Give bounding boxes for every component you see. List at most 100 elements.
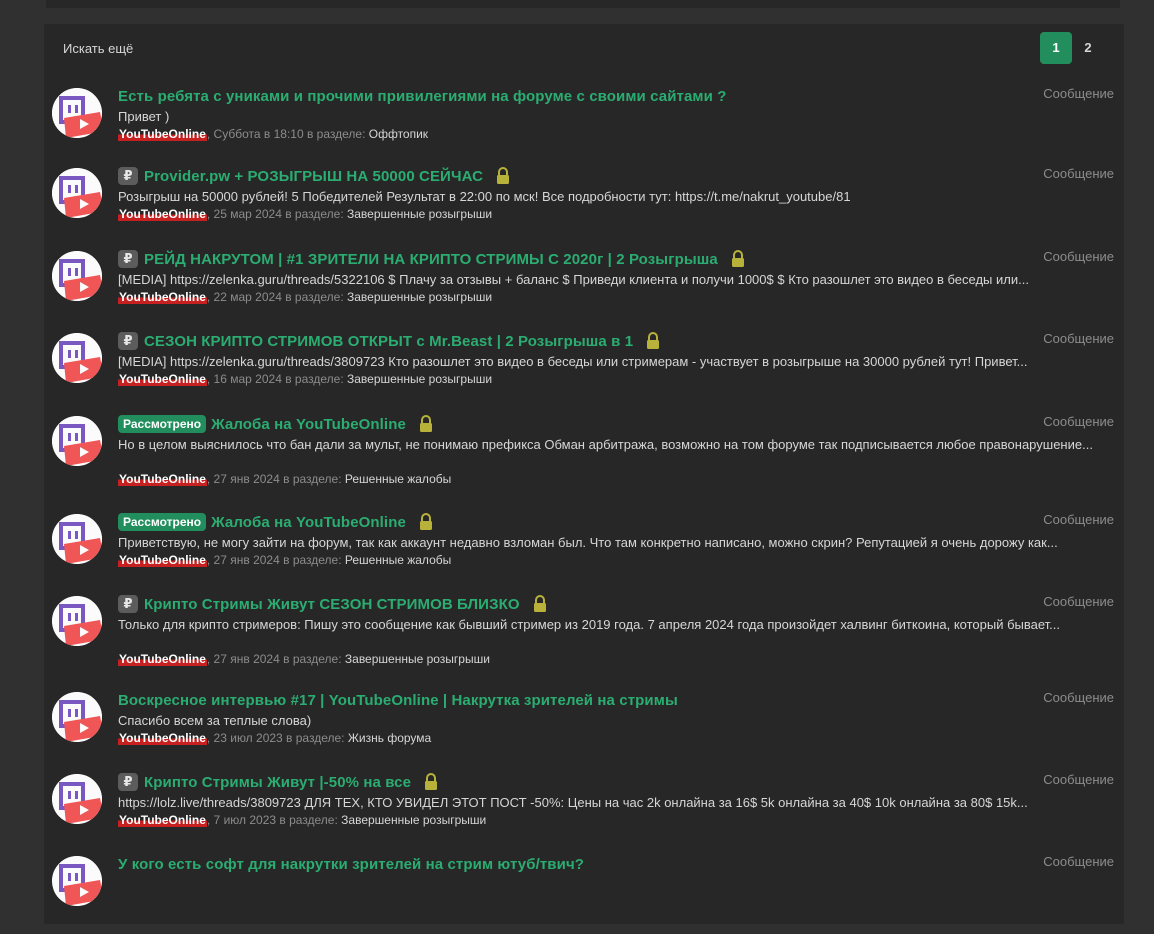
result-item: ₽ СЕЗОН КРИПТО СТРИМОВ ОТКРЫТ с Mr.Beast … bbox=[44, 331, 1124, 411]
result-title-line: ₽ СЕЗОН КРИПТО СТРИМОВ ОТКРЫТ с Mr.Beast … bbox=[118, 331, 1018, 351]
result-item: ₽ Крипто Стримы Живут |-50% на все Сообщен… bbox=[44, 772, 1124, 852]
user-avatar[interactable] bbox=[52, 856, 102, 906]
result-title-link[interactable]: РЕЙД НАКРУТОМ | #1 ЗРИТЕЛИ НА КРИПТО СТР… bbox=[144, 251, 718, 268]
lock-icon bbox=[730, 250, 746, 268]
result-meta: YouTubeOnline, 7 июл 2023 в разделе: Зав… bbox=[118, 813, 486, 827]
content-type-label: Сообщение bbox=[1043, 331, 1114, 346]
forum-section-link[interactable]: Жизнь форума bbox=[348, 731, 431, 745]
lock-icon bbox=[423, 773, 439, 791]
result-item: Есть ребята с униками и прочими привилег… bbox=[44, 86, 1124, 166]
post-date-text: , 7 июл 2023 в разделе: bbox=[206, 813, 342, 827]
user-avatar[interactable] bbox=[52, 774, 102, 824]
result-snippet: [MEDIA] https://zelenka.guru/threads/380… bbox=[118, 354, 1028, 369]
result-title-line: Воскресное интервью #17 | YouTubeOnline … bbox=[118, 690, 1018, 710]
lock-icon bbox=[418, 513, 434, 531]
post-date-text: , 27 янв 2024 в разделе: bbox=[206, 652, 345, 666]
lock-icon bbox=[418, 415, 434, 433]
forum-section-link[interactable]: Завершенные розыгрыши bbox=[347, 290, 492, 304]
author-username-link[interactable]: YouTubeOnline bbox=[118, 207, 207, 221]
forum-section-link[interactable]: Завершенные розыгрыши bbox=[347, 372, 492, 386]
result-title-link[interactable]: Крипто Стримы Живут СЕЗОН СТРИМОВ БЛИЗКО bbox=[144, 596, 520, 613]
user-avatar[interactable] bbox=[52, 416, 102, 466]
lock-icon bbox=[532, 595, 548, 613]
user-avatar[interactable] bbox=[52, 168, 102, 218]
result-title-line: ₽ Provider.pw + РОЗЫГРЫШ НА 50000 СЕЙЧАС bbox=[118, 166, 1018, 186]
result-title-line: Рассмотрено Жалоба на YouTubeOnline bbox=[118, 512, 1018, 532]
result-meta: YouTubeOnline, 27 янв 2024 в разделе: Ре… bbox=[118, 553, 451, 567]
result-snippet: https://lolz.live/threads/3809723 ДЛЯ ТЕ… bbox=[118, 795, 1028, 810]
search-results-panel: Искать ещё 1 2 Есть ребята с униками и п… bbox=[44, 24, 1124, 924]
forum-section-link[interactable]: Решенные жалобы bbox=[345, 472, 451, 486]
post-date-text: , 22 мар 2024 в разделе: bbox=[206, 290, 347, 304]
user-avatar[interactable] bbox=[52, 514, 102, 564]
result-snippet: Приветствую, не могу зайти на форум, так… bbox=[118, 535, 1058, 550]
result-snippet: Привет ) bbox=[118, 109, 170, 124]
result-title-link[interactable]: Жалоба на YouTubeOnline bbox=[211, 514, 406, 531]
result-item: Рассмотрено Жалоба на YouTubeOnline Сообще… bbox=[44, 414, 1124, 494]
result-title-line: ₽ Крипто Стримы Живут СЕЗОН СТРИМОВ БЛИЗК… bbox=[118, 594, 1018, 614]
ruble-prefix-icon: ₽ bbox=[118, 332, 138, 350]
lock-icon bbox=[495, 167, 511, 185]
content-type-label: Сообщение bbox=[1043, 86, 1114, 101]
result-title-link[interactable]: Воскресное интервью #17 | YouTubeOnline … bbox=[118, 692, 678, 709]
result-snippet: Но в целом выяснилось что бан дали за му… bbox=[118, 437, 1093, 452]
results-header: Искать ещё 1 2 bbox=[44, 24, 1124, 72]
result-meta: YouTubeOnline, 25 мар 2024 в разделе: За… bbox=[118, 207, 492, 221]
author-username-link[interactable]: YouTubeOnline bbox=[118, 652, 207, 666]
user-avatar[interactable] bbox=[52, 596, 102, 646]
content-type-label: Сообщение bbox=[1043, 690, 1114, 705]
result-snippet: Только для крипто стримеров: Пишу это со… bbox=[118, 617, 1061, 632]
author-username-link[interactable]: YouTubeOnline bbox=[118, 127, 207, 141]
result-title-line: Есть ребята с униками и прочими привилег… bbox=[118, 86, 1018, 106]
result-title-link[interactable]: Крипто Стримы Живут |-50% на все bbox=[144, 774, 411, 791]
result-meta: YouTubeOnline, 16 мар 2024 в разделе: За… bbox=[118, 372, 492, 386]
result-title-link[interactable]: Provider.pw + РОЗЫГРЫШ НА 50000 СЕЙЧАС bbox=[144, 168, 483, 185]
result-title-line: Рассмотрено Жалоба на YouTubeOnline bbox=[118, 414, 1018, 434]
ruble-prefix-icon: ₽ bbox=[118, 167, 138, 185]
forum-section-link[interactable]: Завершенные розыгрыши bbox=[347, 207, 492, 221]
user-avatar[interactable] bbox=[52, 333, 102, 383]
result-snippet: Розыгрыш на 50000 рублей! 5 Победителей … bbox=[118, 189, 851, 204]
content-type-label: Сообщение bbox=[1043, 512, 1114, 527]
result-title-line: ₽ Крипто Стримы Живут |-50% на все bbox=[118, 772, 1018, 792]
content-type-label: Сообщение bbox=[1043, 249, 1114, 264]
result-title-link[interactable]: У кого есть софт для накрутки зрителей н… bbox=[118, 856, 584, 873]
search-more-link[interactable]: Искать ещё bbox=[63, 41, 133, 56]
author-username-link[interactable]: YouTubeOnline bbox=[118, 472, 207, 486]
forum-section-link[interactable]: Оффтопик bbox=[369, 127, 428, 141]
result-meta: YouTubeOnline, 22 мар 2024 в разделе: За… bbox=[118, 290, 492, 304]
result-title-line: ₽ РЕЙД НАКРУТОМ | #1 ЗРИТЕЛИ НА КРИПТО СТ… bbox=[118, 249, 1018, 269]
result-meta: YouTubeOnline, 23 июл 2023 в разделе: Жи… bbox=[118, 731, 431, 745]
page-1-button[interactable]: 1 bbox=[1040, 32, 1072, 64]
result-title-link[interactable]: Есть ребята с униками и прочими привилег… bbox=[118, 88, 726, 105]
forum-section-link[interactable]: Завершенные розыгрыши bbox=[341, 813, 486, 827]
result-item: Рассмотрено Жалоба на YouTubeOnline Сообще… bbox=[44, 512, 1124, 592]
author-username-link[interactable]: YouTubeOnline bbox=[118, 553, 207, 567]
result-meta: YouTubeOnline, 27 янв 2024 в разделе: Ре… bbox=[118, 472, 451, 486]
user-avatar[interactable] bbox=[52, 692, 102, 742]
post-date-text: , 25 мар 2024 в разделе: bbox=[206, 207, 347, 221]
user-avatar[interactable] bbox=[52, 251, 102, 301]
author-username-link[interactable]: YouTubeOnline bbox=[118, 813, 207, 827]
pagination: 1 2 bbox=[1040, 32, 1104, 64]
content-type-label: Сообщение bbox=[1043, 772, 1114, 787]
result-item: У кого есть софт для накрутки зрителей н… bbox=[44, 854, 1124, 934]
content-type-label: Сообщение bbox=[1043, 594, 1114, 609]
content-type-label: Сообщение bbox=[1043, 414, 1114, 429]
post-date-text: , 27 янв 2024 в разделе: bbox=[206, 553, 345, 567]
result-item: Воскресное интервью #17 | YouTubeOnline … bbox=[44, 690, 1124, 770]
result-meta: YouTubeOnline, Суббота в 18:10 в разделе… bbox=[118, 127, 428, 141]
page-2-button[interactable]: 2 bbox=[1072, 32, 1104, 64]
user-avatar[interactable] bbox=[52, 88, 102, 138]
ruble-prefix-icon: ₽ bbox=[118, 250, 138, 268]
result-title-link[interactable]: Жалоба на YouTubeOnline bbox=[211, 416, 406, 433]
content-type-label: Сообщение bbox=[1043, 166, 1114, 181]
author-username-link[interactable]: YouTubeOnline bbox=[118, 731, 207, 745]
author-username-link[interactable]: YouTubeOnline bbox=[118, 372, 207, 386]
lock-icon bbox=[645, 332, 661, 350]
forum-section-link[interactable]: Завершенные розыгрыши bbox=[345, 652, 490, 666]
post-date-text: , 27 янв 2024 в разделе: bbox=[206, 472, 345, 486]
result-title-link[interactable]: СЕЗОН КРИПТО СТРИМОВ ОТКРЫТ с Mr.Beast |… bbox=[144, 333, 633, 350]
forum-section-link[interactable]: Решенные жалобы bbox=[345, 553, 451, 567]
author-username-link[interactable]: YouTubeOnline bbox=[118, 290, 207, 304]
